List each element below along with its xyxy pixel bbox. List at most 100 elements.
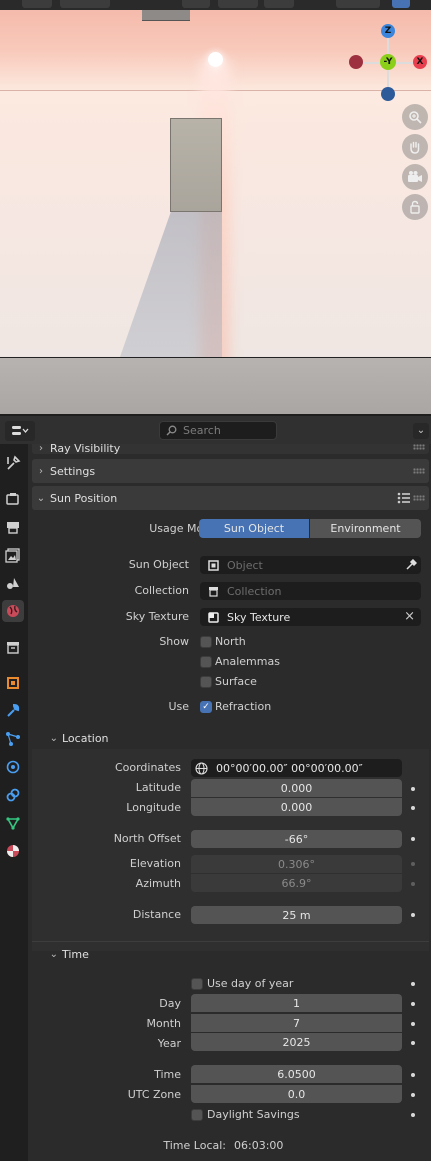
modifier-tab-icon[interactable] [2,700,24,722]
keyframe-dot[interactable] [411,1093,415,1097]
keyframe-dot[interactable] [411,1041,415,1045]
scene-pillar-object[interactable] [170,118,222,212]
rendered-shading-icon[interactable] [392,0,410,8]
north-offset-field[interactable]: -66° [191,830,402,848]
proportional-edit-icon[interactable] [218,0,258,8]
chevron-down-icon: ⌄ [36,492,46,504]
material-tab-icon[interactable] [2,840,24,862]
properties-header: ⌄ [0,414,431,444]
sky-texture-field[interactable]: Sky Texture × [200,608,421,626]
latitude-field[interactable]: 0.000 [191,779,402,797]
sun-object-field[interactable]: Object [200,556,421,574]
usage-mode-environment[interactable]: Environment [310,519,421,538]
gizmo-neg-z-icon[interactable] [381,87,395,101]
search-field[interactable] [159,421,277,440]
constraints-tab-icon[interactable] [2,784,24,806]
shading-modes-icon[interactable] [336,0,380,8]
ground-plane [0,358,431,414]
collection-tab-icon[interactable] [2,636,24,658]
usage-mode-sun-object[interactable]: Sun Object [199,519,309,538]
keyframe-dot[interactable] [411,837,415,841]
collection-field[interactable]: Collection [200,582,421,600]
editor-type-dropdown[interactable] [5,421,35,441]
coordinates-field[interactable]: 00°00′00.00″ 00°00′00.00″ [191,759,402,777]
divider [32,941,429,942]
subpanel-location[interactable]: ⌄ Location [32,727,429,749]
drag-grip-icon[interactable] [413,495,425,501]
show-analemmas-label: Analemmas [215,655,280,668]
search-input[interactable] [183,424,273,437]
use-day-of-year-label: Use day of year [207,977,294,990]
daylight-savings-checkbox[interactable] [191,1109,203,1121]
longitude-field[interactable]: 0.000 [191,798,402,816]
utc-zone-field[interactable]: 0.0 [191,1085,402,1103]
object-tab-icon[interactable] [2,672,24,694]
keyframe-dot[interactable] [411,913,415,917]
subpanel-time[interactable]: ⌄ Time [32,943,429,965]
chevron-down-icon[interactable]: ⌄ [413,423,429,439]
show-analemmas-checkbox[interactable] [200,656,212,668]
list-preset-icon[interactable] [397,492,411,504]
clear-icon[interactable]: × [404,609,415,624]
panel-ray-visibility[interactable]: › Ray Visibility [32,444,429,455]
day-field[interactable]: 1 [191,994,402,1012]
gizmo-neg-y-icon[interactable]: -Y [380,54,396,70]
world-tab-icon[interactable] [2,600,24,622]
keyframe-dot[interactable] [411,806,415,810]
month-label: Month [146,1017,181,1030]
refraction-checkbox[interactable]: ✓ [200,701,212,713]
overlay-icon[interactable] [264,0,294,8]
data-tab-icon[interactable] [2,812,24,834]
eyedropper-icon[interactable] [405,559,417,571]
pan-hand-icon[interactable] [402,134,428,160]
year-label: Year [157,1037,181,1050]
year-field[interactable]: 2025 [191,1033,402,1051]
panel-settings[interactable]: › Settings [32,459,429,483]
sun-object-placeholder: Object [227,558,263,572]
view-layer-tab-icon[interactable] [2,544,24,566]
elevation-label: Elevation [129,857,181,870]
render-tab-icon[interactable] [2,488,24,510]
keyframe-dot[interactable] [411,1073,415,1077]
keyframe-dot[interactable] [411,1022,415,1026]
keyframe-dot[interactable] [411,1113,415,1117]
chevron-down-icon: ⌄ [49,732,58,744]
keyframe-dot[interactable] [411,982,415,986]
use-label: Use [168,700,189,713]
time-local-value: 06:03:00 [234,1139,284,1152]
sun-object-label: Sun Object [128,558,189,571]
tool-tab-icon[interactable] [2,452,24,474]
show-surface-checkbox[interactable] [200,676,212,688]
time-field[interactable]: 6.0500 [191,1065,402,1083]
output-tab-icon[interactable] [2,516,24,538]
keyframe-dot[interactable] [411,1002,415,1006]
gizmo-neg-x-icon[interactable] [349,55,363,69]
3d-viewport[interactable]: Z X -Y [0,0,431,414]
keyframe-dot[interactable] [411,787,415,791]
pivot-icon[interactable] [182,0,210,8]
snap-options-icon[interactable] [60,0,110,8]
camera-view-icon[interactable] [402,164,428,190]
object-icon [208,559,219,571]
scene-object-top[interactable] [142,10,190,21]
drag-grip-icon[interactable] [413,468,425,474]
gizmo-x-icon[interactable]: X [413,55,427,69]
panel-sun-position[interactable]: ⌄ Sun Position [32,486,429,510]
drag-grip-icon[interactable] [413,444,425,450]
distance-field[interactable]: 25 m [191,906,402,924]
scene-tab-icon[interactable] [2,572,24,594]
elevation-field: 0.306° [191,855,402,873]
particles-tab-icon[interactable] [2,728,24,750]
show-north-checkbox[interactable] [200,636,212,648]
azimuth-field: 66.9° [191,874,402,892]
zoom-icon[interactable] [402,104,428,130]
collection-placeholder: Collection [227,584,282,598]
panel-title: Ray Visibility [50,444,121,455]
select-mode-icon[interactable] [22,0,52,8]
use-day-of-year-checkbox[interactable] [191,978,203,990]
panel-title: Sun Position [50,491,118,505]
gizmo-z-icon[interactable]: Z [381,24,395,38]
month-field[interactable]: 7 [191,1014,402,1032]
physics-tab-icon[interactable] [2,756,24,778]
lock-view-icon[interactable] [402,194,428,220]
